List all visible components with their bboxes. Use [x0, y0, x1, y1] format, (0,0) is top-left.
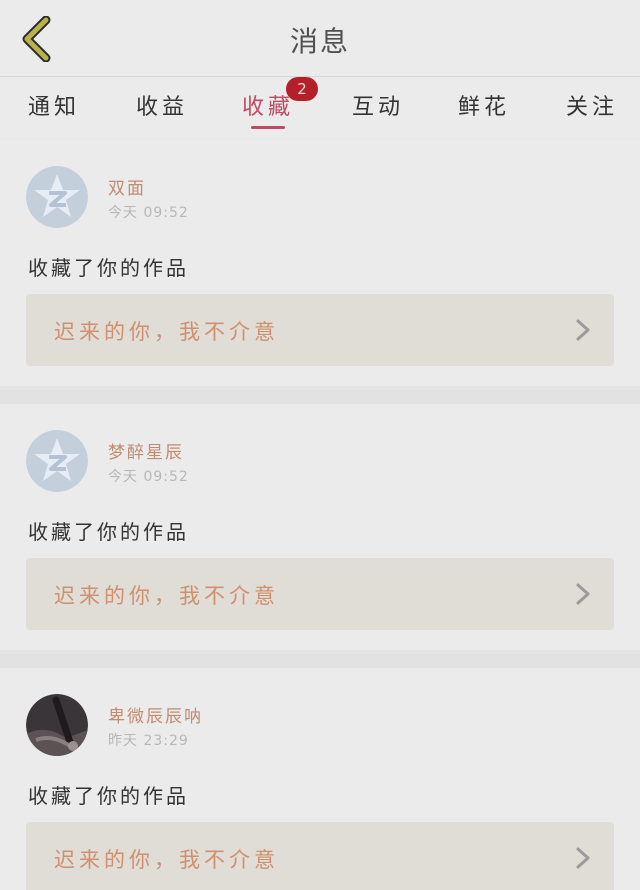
tab-label: 关注: [566, 95, 619, 120]
timestamp: 今天 09:52: [108, 469, 189, 485]
tab-favorites[interactable]: 收藏 2: [242, 77, 318, 133]
tab-interactions[interactable]: 互动: [352, 89, 404, 133]
user-name[interactable]: 双面: [108, 174, 146, 199]
default-avatar-icon: [26, 430, 88, 492]
chevron-right-icon: [576, 583, 590, 605]
chevron-right-icon: [576, 847, 590, 869]
work-link[interactable]: 迟来的你，我不介意: [26, 558, 614, 630]
work-title: 迟来的你，我不介意: [54, 848, 279, 872]
work-link[interactable]: 迟来的你，我不介意: [26, 822, 614, 890]
top-bar: 消息: [0, 0, 640, 77]
default-avatar-icon: [26, 166, 88, 228]
tab-bar: 通知 收益 收藏 2 互动 鲜花 关注: [0, 77, 640, 137]
work-link[interactable]: 迟来的你，我不介意: [26, 294, 614, 366]
tab-following[interactable]: 关注: [566, 89, 618, 133]
work-title: 迟来的你，我不介意: [54, 584, 279, 608]
section-divider: [0, 650, 640, 668]
avatar[interactable]: [26, 166, 88, 228]
message-card: 卑微辰辰呐 昨天 23:29 收藏了你的作品 迟来的你，我不介意: [0, 668, 640, 890]
message-card: 梦醉星辰 今天 09:52 收藏了你的作品 迟来的你，我不介意: [0, 404, 640, 650]
app-root: 消息 通知 收益 收藏 2 互动 鲜花 关注 双面 今天 09:52 收藏了你的…: [0, 0, 640, 890]
work-title: 迟来的你，我不介意: [54, 320, 279, 344]
timestamp: 昨天 23:29: [108, 733, 189, 749]
tab-notifications[interactable]: 通知: [28, 89, 80, 133]
section-divider: [0, 386, 640, 404]
user-name[interactable]: 卑微辰辰呐: [108, 702, 203, 727]
user-name[interactable]: 梦醉星辰: [108, 438, 184, 463]
tab-flowers[interactable]: 鲜花: [458, 89, 510, 133]
tab-label: 收藏: [242, 95, 295, 120]
tab-label: 收益: [136, 95, 189, 120]
tab-label: 鲜花: [458, 95, 511, 120]
action-text: 收藏了你的作品: [28, 784, 189, 808]
tab-label: 通知: [28, 95, 81, 120]
tab-earnings[interactable]: 收益: [136, 89, 188, 133]
chevron-right-icon: [576, 319, 590, 341]
photo-avatar-icon: [26, 694, 88, 756]
unread-badge: 2: [286, 77, 318, 101]
page-title: 消息: [289, 25, 350, 58]
action-text: 收藏了你的作品: [28, 520, 189, 544]
active-tab-indicator: [251, 126, 285, 129]
message-card: 双面 今天 09:52 收藏了你的作品 迟来的你，我不介意: [0, 140, 640, 386]
tab-label: 互动: [352, 95, 405, 120]
avatar[interactable]: [26, 430, 88, 492]
avatar[interactable]: [26, 694, 88, 756]
action-text: 收藏了你的作品: [28, 256, 189, 280]
timestamp: 今天 09:52: [108, 205, 189, 221]
